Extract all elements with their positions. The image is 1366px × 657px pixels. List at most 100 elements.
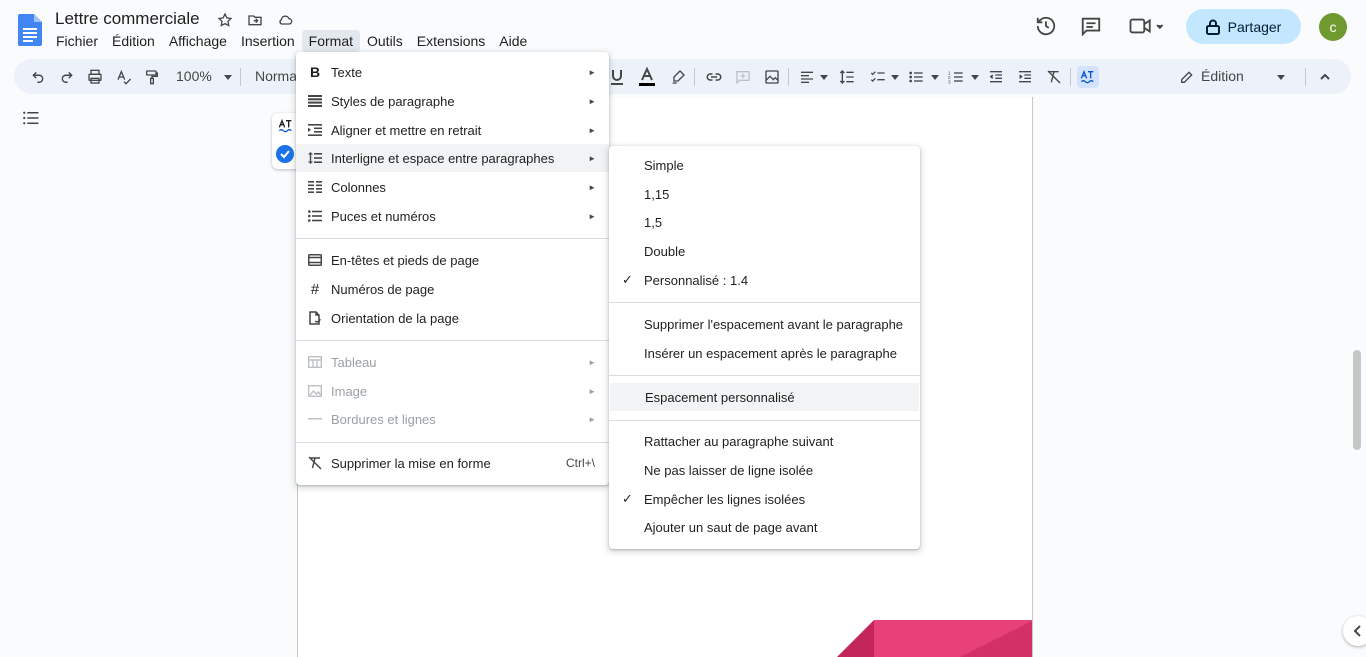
toolbar-divider: [788, 68, 789, 86]
vertical-scrollbar[interactable]: [1353, 350, 1361, 450]
spellcheck-icon[interactable]: [113, 66, 135, 88]
spacing-option-double[interactable]: Double: [609, 237, 920, 265]
spacing-option-1-5[interactable]: 1,5: [609, 208, 920, 236]
align-dropdown-icon[interactable]: [813, 66, 835, 88]
bullets-icon: [307, 208, 323, 224]
line-spacing-icon[interactable]: [836, 66, 858, 88]
format-menu-item-interligne[interactable]: Interligne et espace entre paragraphes ►: [296, 144, 609, 172]
collapse-menus-icon[interactable]: [1314, 66, 1336, 88]
cloud-saved-icon[interactable]: [275, 10, 295, 30]
check-circle-icon[interactable]: [276, 145, 294, 163]
highlight-icon[interactable]: [667, 66, 689, 88]
print-icon[interactable]: [84, 66, 106, 88]
format-menu-item-orientation[interactable]: Orientation de la page: [296, 304, 609, 332]
clear-formatting-icon[interactable]: [1043, 66, 1065, 88]
comments-icon[interactable]: [1080, 15, 1102, 37]
menu-divider: [609, 420, 920, 421]
add-space-after-option[interactable]: Insérer un espacement après le paragraph…: [609, 339, 920, 367]
editing-mode-select[interactable]: Édition: [1201, 68, 1244, 84]
link-icon[interactable]: [703, 66, 725, 88]
toolbar-divider: [240, 68, 241, 86]
move-folder-icon[interactable]: [245, 10, 265, 30]
page-decoration: [954, 620, 1032, 657]
side-panel-toggle-button[interactable]: [1343, 616, 1366, 646]
spacing-option-1-15[interactable]: 1,15: [609, 180, 920, 208]
mode-dropdown-icon[interactable]: [1270, 66, 1292, 88]
format-menu-item-numeros-page[interactable]: # Numéros de page: [296, 275, 609, 303]
submenu-arrow-icon: ►: [588, 96, 596, 106]
spelling-suggestions-icon[interactable]: [1077, 66, 1099, 88]
paint-format-icon[interactable]: [141, 66, 163, 88]
document-outline-icon[interactable]: [22, 109, 40, 127]
format-menu-item-colonnes[interactable]: Colonnes ►: [296, 173, 609, 201]
submenu-arrow-icon: ►: [588, 414, 596, 424]
menu-bar: Fichier Édition Affichage Insertion Form…: [49, 30, 534, 52]
format-menu-item-texte[interactable]: B Texte ►: [296, 58, 609, 86]
menu-edition[interactable]: Édition: [105, 30, 162, 52]
keep-with-next-option[interactable]: Rattacher au paragraphe suivant: [609, 427, 920, 455]
spelling-suggestions-icon[interactable]: [278, 119, 294, 133]
format-menu-item-bordures[interactable]: Bordures et lignes ►: [296, 405, 609, 433]
checkmark-icon: ✓: [622, 272, 633, 287]
spacing-option-custom-value[interactable]: ✓ Personnalisé : 1.4: [609, 266, 920, 294]
docs-logo-icon[interactable]: [18, 14, 42, 46]
prevent-widow-lines-option[interactable]: ✓ Empêcher les lignes isolées: [609, 485, 920, 513]
keep-lines-together-option[interactable]: Ne pas laisser de ligne isolée: [609, 456, 920, 484]
custom-spacing-option[interactable]: Espacement personnalisé: [610, 383, 919, 411]
spacing-option-simple[interactable]: Simple: [609, 151, 920, 179]
toolbar-divider: [694, 68, 695, 86]
columns-icon: [307, 179, 323, 195]
clear-format-icon: [307, 455, 323, 471]
format-menu-item-supprimer-mise-en-forme[interactable]: Supprimer la mise en forme Ctrl+\: [296, 449, 609, 477]
submenu-arrow-icon: ►: [588, 182, 596, 192]
bulleted-list-dropdown-icon[interactable]: [924, 66, 946, 88]
avatar[interactable]: c: [1319, 13, 1347, 41]
version-history-icon[interactable]: [1035, 15, 1057, 37]
format-menu-item-aligner[interactable]: Aligner et mettre en retrait ►: [296, 116, 609, 144]
redo-icon[interactable]: [56, 66, 78, 88]
format-menu-item-image[interactable]: Image ►: [296, 377, 609, 405]
style-select[interactable]: Normal: [255, 68, 300, 84]
meet-icon[interactable]: [1128, 15, 1166, 37]
toolbar-divider: [1070, 68, 1071, 86]
share-button[interactable]: Partager: [1186, 9, 1301, 44]
undo-icon[interactable]: [27, 66, 49, 88]
increase-indent-icon[interactable]: [1014, 66, 1036, 88]
menu-format[interactable]: Format: [301, 30, 360, 52]
page-break-before-option[interactable]: Ajouter un saut de page avant: [609, 513, 920, 541]
orientation-icon: [307, 310, 323, 326]
toolbar-divider: [1305, 68, 1306, 86]
zoom-select[interactable]: 100%: [176, 68, 212, 84]
indent-icon: [307, 122, 323, 138]
menu-outils[interactable]: Outils: [360, 30, 410, 52]
paragraph-styles-icon: [307, 93, 323, 109]
header-footer-icon: [307, 252, 323, 268]
remove-space-before-option[interactable]: Supprimer l'espacement avant le paragrap…: [609, 310, 920, 338]
line-spacing-icon: [307, 150, 323, 166]
menu-insertion[interactable]: Insertion: [234, 30, 302, 52]
star-icon[interactable]: [215, 10, 235, 30]
add-comment-icon[interactable]: [732, 66, 754, 88]
decrease-indent-icon[interactable]: [985, 66, 1007, 88]
zoom-dropdown-icon[interactable]: [217, 66, 239, 88]
submenu-arrow-icon: ►: [588, 386, 596, 396]
format-menu-item-puces[interactable]: Puces et numéros ►: [296, 202, 609, 230]
text-color-icon[interactable]: [636, 66, 658, 88]
checklist-dropdown-icon[interactable]: [884, 66, 906, 88]
menu-extensions[interactable]: Extensions: [410, 30, 492, 52]
numbered-list-dropdown-icon[interactable]: [964, 66, 986, 88]
menu-divider: [296, 340, 609, 341]
submenu-arrow-icon: ►: [588, 67, 596, 77]
format-menu-item-en-tetes[interactable]: En-têtes et pieds de page: [296, 246, 609, 274]
format-menu-item-styles-paragraphe[interactable]: Styles de paragraphe ►: [296, 87, 609, 115]
menu-divider: [609, 302, 920, 303]
menu-aide[interactable]: Aide: [492, 30, 534, 52]
underline-icon[interactable]: [606, 66, 628, 88]
menu-affichage[interactable]: Affichage: [162, 30, 234, 52]
format-menu-item-tableau[interactable]: Tableau ►: [296, 348, 609, 376]
document-title[interactable]: Lettre commerciale: [55, 9, 200, 29]
menu-fichier[interactable]: Fichier: [49, 30, 105, 52]
insert-image-icon[interactable]: [761, 66, 783, 88]
bold-icon: B: [309, 64, 321, 80]
lock-icon: [1205, 19, 1220, 35]
